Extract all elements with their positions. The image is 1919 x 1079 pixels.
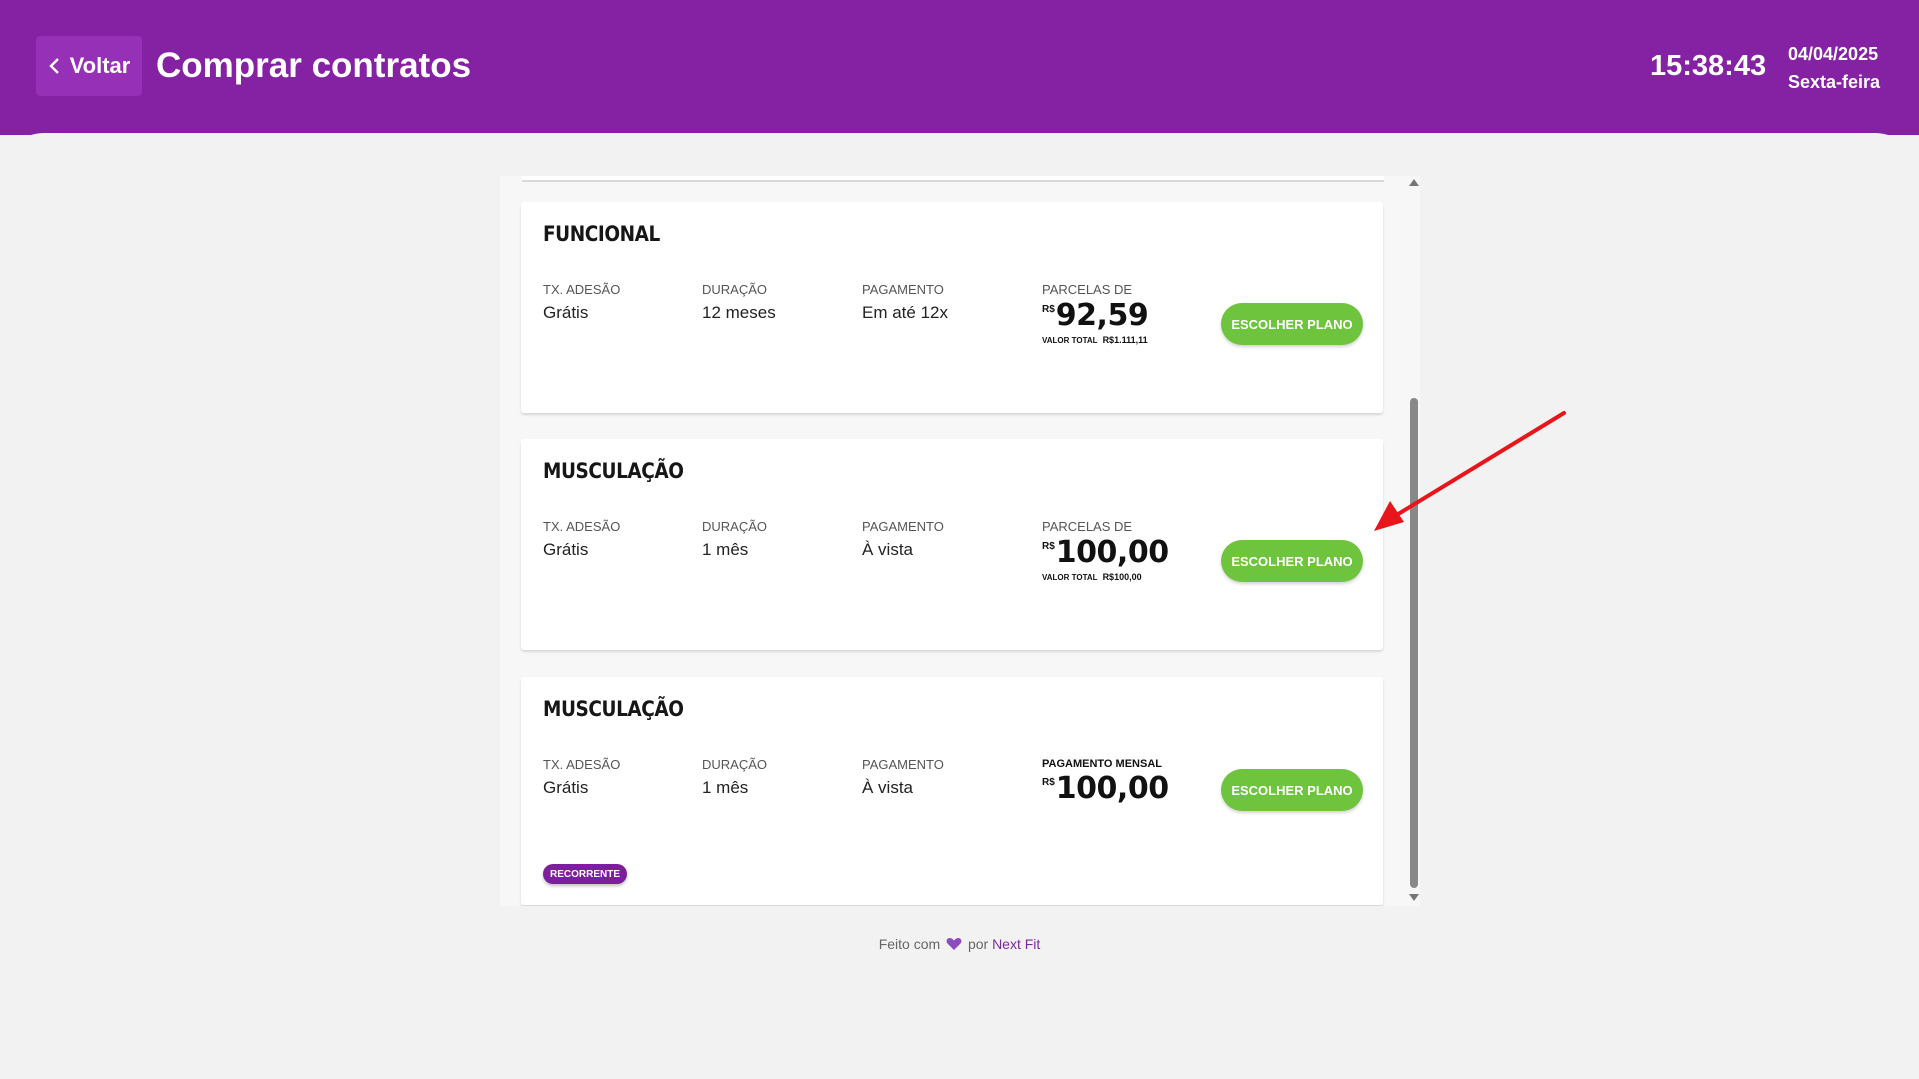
- plan-card: MUSCULAÇÃO TX. ADESÃO Grátis DURAÇÃO 1 m…: [521, 439, 1383, 650]
- plan-card: FUNCIONAL TX. ADESÃO Grátis DURAÇÃO 12 m…: [521, 202, 1383, 413]
- adhesion-label: TX. ADESÃO: [543, 282, 621, 297]
- payment-label: PAGAMENTO: [862, 519, 944, 534]
- back-button-label: Voltar: [69, 53, 131, 78]
- total-value-label: VALOR TOTAL: [1042, 336, 1098, 345]
- page-title: Comprar contratos: [156, 46, 472, 85]
- duration-value: 12 meses: [702, 303, 776, 322]
- currency-symbol: R$: [1042, 541, 1055, 552]
- adhesion-label: TX. ADESÃO: [543, 519, 621, 534]
- heart-icon: [946, 938, 962, 950]
- payment-label: PAGAMENTO: [862, 757, 944, 772]
- currency-symbol: R$: [1042, 777, 1055, 788]
- duration-column: DURAÇÃO 1 mês: [702, 757, 767, 799]
- date: 04/04/2025: [1788, 44, 1879, 64]
- payment-label: PAGAMENTO: [862, 282, 944, 297]
- currency-symbol: R$: [1042, 304, 1055, 315]
- chevron-left-icon: [48, 58, 59, 74]
- footer-brand-link[interactable]: Next Fit: [992, 936, 1040, 952]
- total-value: VALOR TOTAL R$100,00: [1042, 572, 1169, 582]
- price-column: PARCELAS DE R$ 92,59 VALOR TOTAL R$1.111,…: [1042, 282, 1149, 345]
- plan-card: MUSCULAÇÃO TX. ADESÃO Grátis DURAÇÃO 1 m…: [521, 677, 1383, 905]
- total-value-amount: R$100,00: [1102, 572, 1142, 582]
- adhesion-column: TX. ADESÃO Grátis: [543, 519, 620, 561]
- installments-label: PARCELAS DE: [1042, 519, 1133, 534]
- adhesion-value: Grátis: [543, 540, 589, 559]
- scroll-up-arrow[interactable]: [1409, 179, 1419, 186]
- installments-label: PARCELAS DE: [1042, 282, 1133, 297]
- adhesion-value: Grátis: [543, 778, 589, 797]
- annotation-arrow: [1374, 411, 1566, 531]
- payment-column: PAGAMENTO À vista: [862, 757, 944, 799]
- recurring-badge: RECORRENTE: [543, 864, 628, 884]
- footer-by: por: [967, 936, 989, 952]
- footer-made-with: Feito com: [878, 936, 941, 952]
- duration-value: 1 mês: [702, 778, 749, 797]
- price-amount: 92,59: [1055, 298, 1149, 333]
- adhesion-column: TX. ADESÃO Grátis: [543, 282, 620, 324]
- total-value: VALOR TOTAL R$1.111,11: [1042, 335, 1148, 345]
- back-button[interactable]: Voltar: [36, 36, 142, 96]
- price-amount: 100,00: [1055, 771, 1169, 806]
- choose-plan-button[interactable]: ESCOLHER PLANO: [1221, 303, 1363, 345]
- weekday: Sexta-feira: [1788, 72, 1881, 92]
- adhesion-column: TX. ADESÃO Grátis: [543, 757, 620, 799]
- monthly-payment-label: PAGAMENTO MENSAL: [1042, 758, 1162, 770]
- plan-name: FUNCIONAL: [543, 222, 660, 246]
- adhesion-value: Grátis: [543, 303, 589, 322]
- plan-name: MUSCULAÇÃO: [543, 697, 684, 721]
- clock: 15:38:43: [1650, 50, 1767, 82]
- plans-list[interactable]: FUNCIONAL TX. ADESÃO Grátis DURAÇÃO 12 m…: [500, 176, 1420, 906]
- price-column: PARCELAS DE R$ 100,00 VALOR TOTAL R$100,0…: [1042, 519, 1169, 582]
- total-value-label: VALOR TOTAL: [1042, 573, 1098, 582]
- plan-name: MUSCULAÇÃO: [543, 459, 684, 483]
- payment-value: À vista: [862, 540, 914, 559]
- total-value-amount: R$1.111,11: [1102, 335, 1148, 345]
- payment-value: À vista: [862, 778, 914, 797]
- payment-column: PAGAMENTO Em até 12x: [862, 282, 948, 324]
- duration-value: 1 mês: [702, 540, 749, 559]
- price-amount: 100,00: [1055, 535, 1169, 570]
- choose-plan-button[interactable]: ESCOLHER PLANO: [1221, 769, 1363, 811]
- date-display: 04/04/2025 Sexta-feira: [1788, 40, 1880, 96]
- footer: Feito com por Next Fit: [0, 936, 1919, 952]
- choose-plan-button[interactable]: ESCOLHER PLANO: [1221, 540, 1363, 582]
- duration-column: DURAÇÃO 1 mês: [702, 519, 767, 561]
- price-column: PAGAMENTO MENSAL R$ 100,00: [1042, 757, 1169, 805]
- duration-column: DURAÇÃO 12 meses: [702, 282, 776, 324]
- previous-card-edge: [522, 176, 1384, 182]
- payment-value: Em até 12x: [862, 303, 948, 322]
- scroll-down-arrow[interactable]: [1409, 894, 1419, 901]
- duration-label: DURAÇÃO: [702, 282, 768, 297]
- duration-label: DURAÇÃO: [702, 519, 768, 534]
- adhesion-label: TX. ADESÃO: [543, 757, 621, 772]
- duration-label: DURAÇÃO: [702, 757, 768, 772]
- payment-column: PAGAMENTO À vista: [862, 519, 944, 561]
